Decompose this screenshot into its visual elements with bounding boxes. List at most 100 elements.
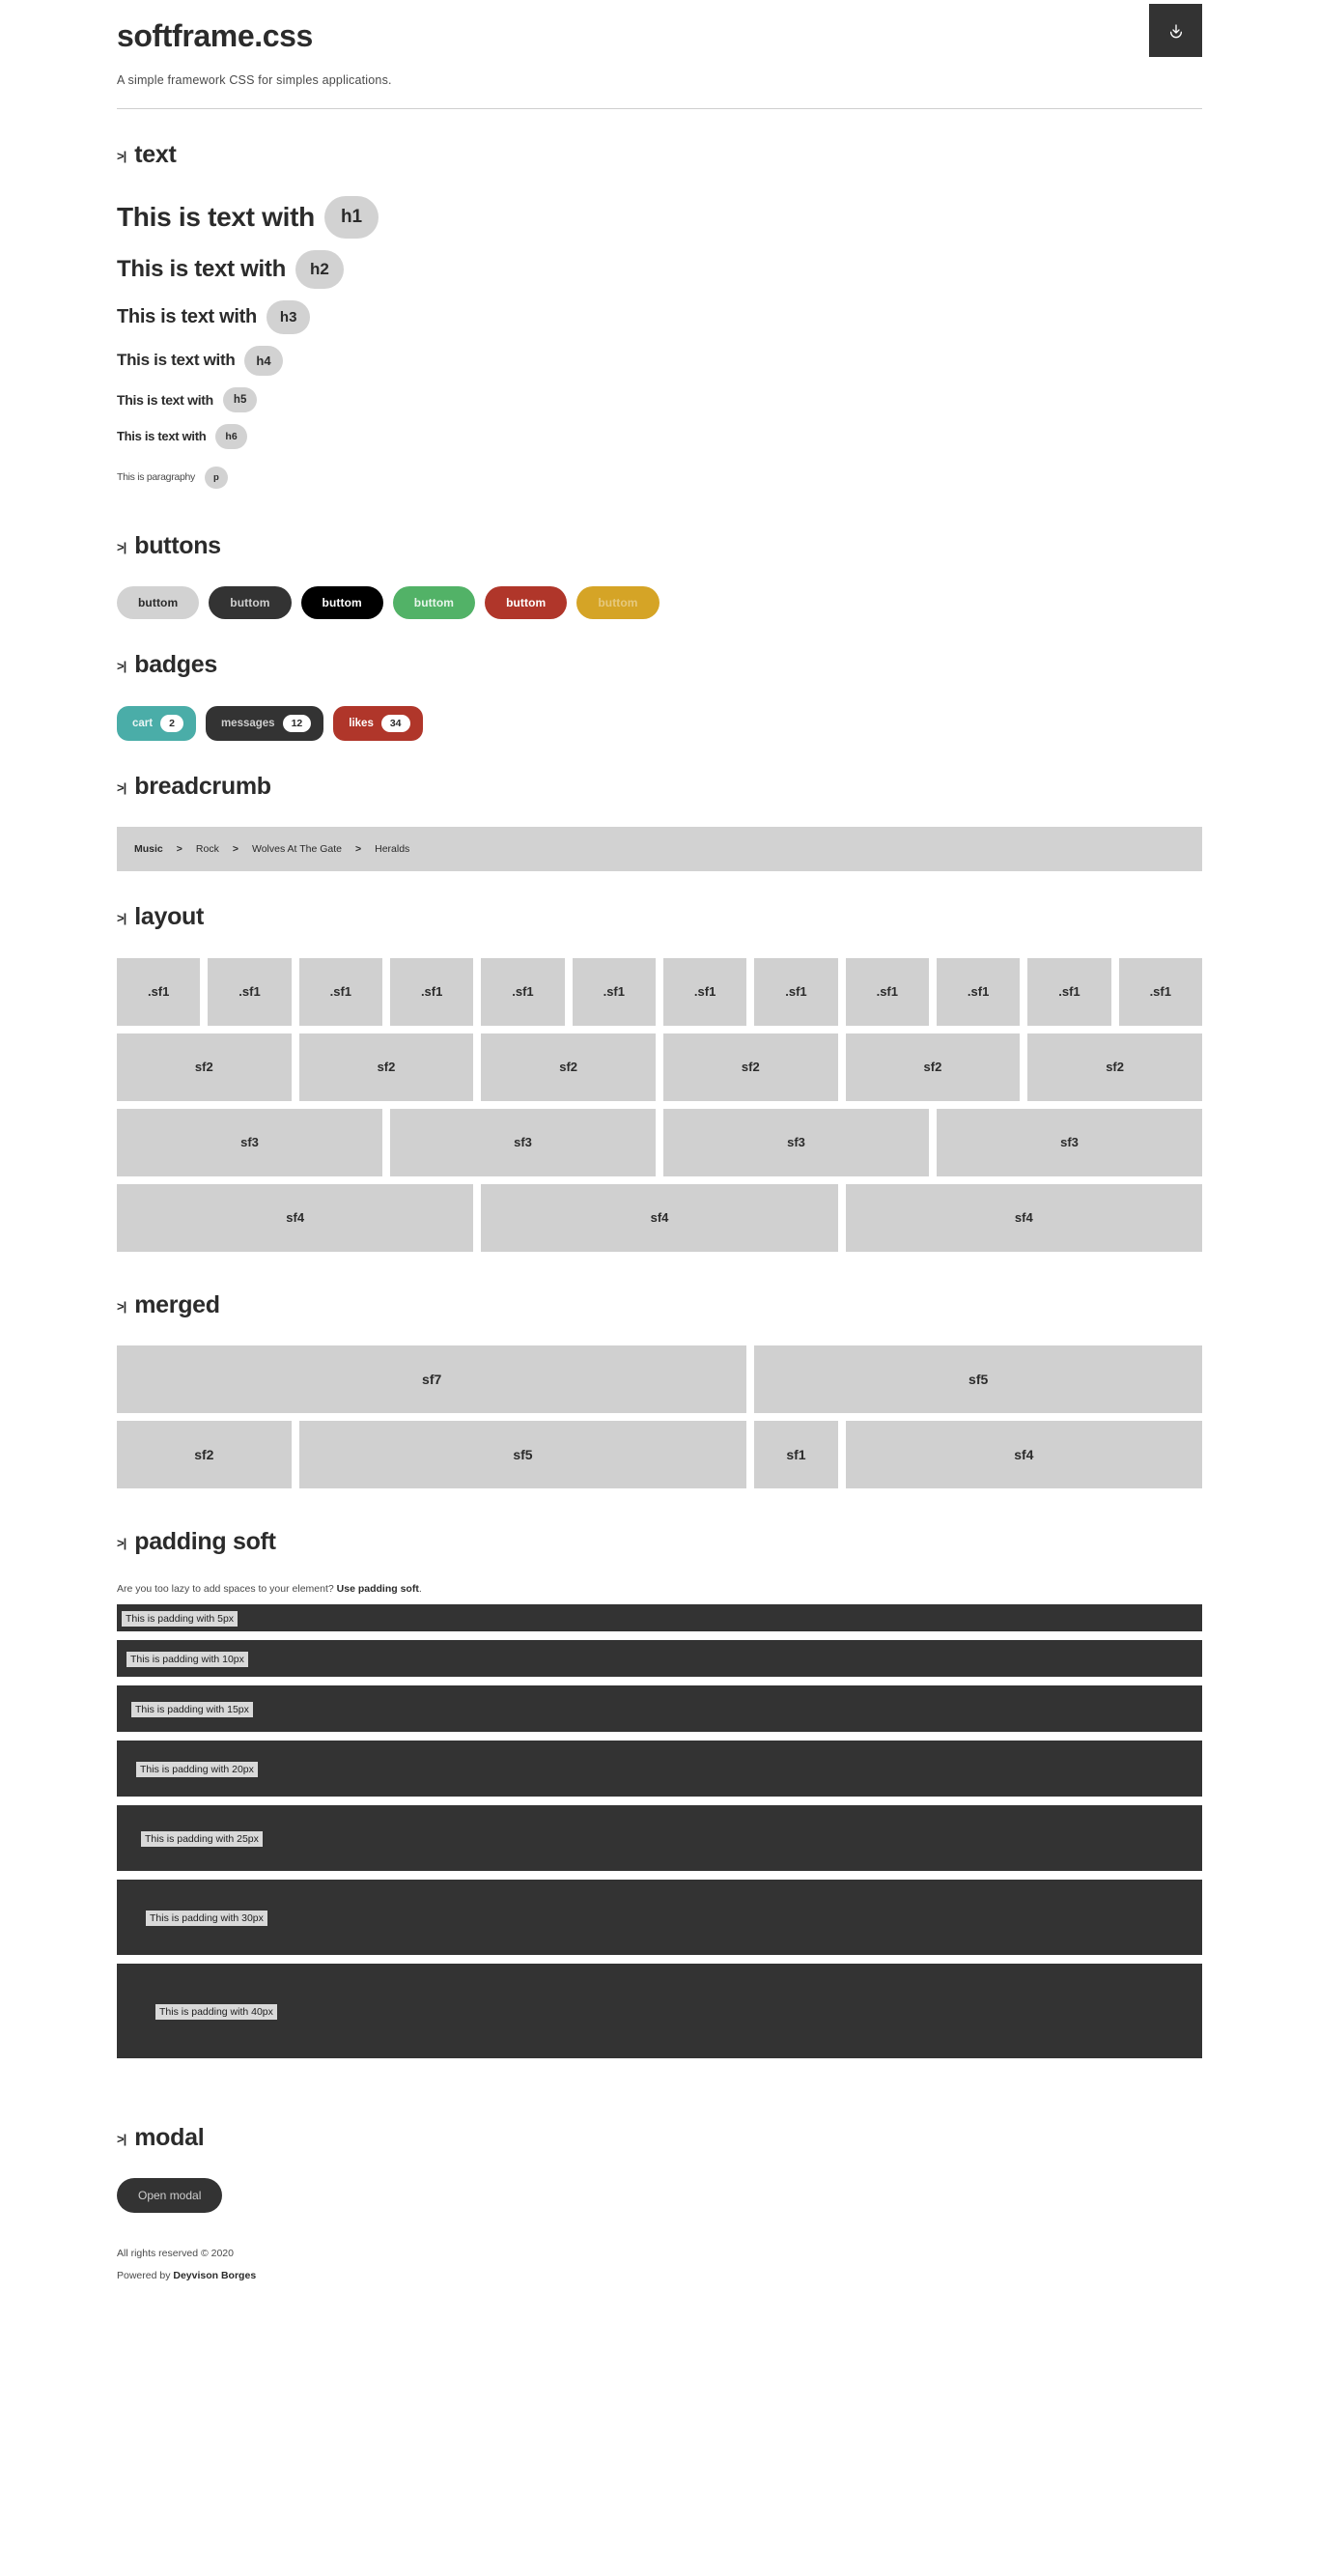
- prompt-icon: >|: [117, 149, 126, 164]
- padding-demo-20px: This is padding with 20px: [117, 1740, 1202, 1797]
- padding-demo-label: This is padding with 40px: [155, 2003, 277, 2020]
- layout-cell: sf3: [937, 1108, 1202, 1176]
- section-breadcrumb: >| breadcrumb Music > Rock > Wolves At T…: [117, 741, 1202, 872]
- merged-cell: sf4: [845, 1421, 1202, 1489]
- layout-cell: sf2: [1027, 1033, 1202, 1101]
- padding-demo-15px: This is padding with 15px: [117, 1684, 1202, 1732]
- page-root: softframe.css A simple framework CSS for…: [0, 0, 1319, 2321]
- padding-demo-5px: This is padding with 5px: [117, 1603, 1202, 1631]
- layout-cell: sf4: [117, 1183, 474, 1252]
- section-title-label: badges: [134, 651, 217, 679]
- section-title-modal: >| modal: [117, 2124, 1202, 2152]
- section-title-buttons: >| buttons: [117, 531, 1202, 560]
- merged-cell: sf5: [754, 1345, 1202, 1414]
- breadcrumb-item-wolves-at-the-gate[interactable]: Wolves At The Gate: [252, 843, 342, 855]
- layout-cell: sf2: [845, 1033, 1021, 1101]
- padding-demo-25px: This is padding with 25px: [117, 1804, 1202, 1871]
- badge-count: 2: [160, 714, 183, 732]
- content-container: softframe.css A simple framework CSS for…: [117, 0, 1202, 2321]
- section-title-label: breadcrumb: [134, 772, 271, 800]
- text-sample-h4: This is text with h4: [117, 345, 1202, 376]
- text-sample-label: This is text with: [117, 351, 236, 370]
- merged-row-2: sf2 sf5 sf1 sf4: [117, 1421, 1202, 1489]
- badge-label: cart: [132, 717, 154, 729]
- prompt-icon: >|: [117, 1536, 126, 1551]
- breadcrumb-item-heralds[interactable]: Heralds: [375, 843, 409, 855]
- section-title-badges: >| badges: [117, 652, 1202, 679]
- button-yellow[interactable]: buttom: [576, 586, 660, 620]
- badge-label: likes: [349, 717, 374, 729]
- text-sample-label: This is text with: [117, 391, 213, 408]
- layout-row-sf4: sf4 sf4 sf4: [117, 1183, 1202, 1252]
- badge-label: messages: [220, 717, 275, 729]
- text-sample-h6: This is text with h6: [117, 423, 1202, 449]
- layout-cell: sf4: [845, 1183, 1202, 1252]
- layout-cell: .sf1: [389, 957, 474, 1026]
- layout-cell: .sf1: [936, 957, 1021, 1026]
- text-sample-h5: This is text with h5: [117, 386, 1202, 412]
- layout-cell: .sf1: [1118, 957, 1202, 1026]
- download-icon: [1168, 23, 1184, 39]
- button-showcase: buttom buttom buttom buttom buttom butto…: [117, 586, 1202, 620]
- badge-cart[interactable]: cart 2: [117, 705, 196, 741]
- breadcrumb-separator-icon: >: [232, 843, 239, 856]
- footer-rights: All rights reserved © 2020: [117, 2248, 234, 2260]
- section-title-label: text: [134, 141, 177, 169]
- merged-cell: sf5: [298, 1421, 747, 1489]
- section-buttons: >| buttons buttom buttom buttom buttom b…: [117, 500, 1202, 620]
- prompt-icon: >|: [117, 539, 126, 554]
- text-sample-h2: This is text with h2: [117, 249, 1202, 289]
- open-modal-button[interactable]: Open modal: [117, 2178, 223, 2214]
- padding-intro-end: .: [418, 1582, 422, 1595]
- text-sample-tag: h6: [215, 423, 247, 449]
- download-button[interactable]: [1149, 4, 1202, 57]
- button-dark[interactable]: buttom: [209, 586, 292, 620]
- badge-likes[interactable]: likes 34: [333, 705, 423, 741]
- layout-cell: .sf1: [572, 957, 656, 1026]
- layout-row-sf1: .sf1 .sf1 .sf1 .sf1 .sf1 .sf1 .sf1 .sf1 …: [117, 957, 1202, 1026]
- button-black[interactable]: buttom: [300, 586, 383, 620]
- merged-cell: sf2: [117, 1421, 292, 1489]
- button-red[interactable]: buttom: [485, 586, 568, 620]
- page-footer: All rights reserved © 2020 Powered by De…: [117, 2213, 1202, 2321]
- button-default[interactable]: buttom: [117, 586, 200, 620]
- layout-cell: sf3: [390, 1108, 656, 1176]
- footer-powered: Powered by Deyvison Borges: [117, 2270, 1202, 2281]
- text-sample-tag: h2: [295, 249, 344, 289]
- footer-author[interactable]: Deyvison Borges: [173, 2270, 256, 2281]
- badge-showcase: cart 2 messages 12 likes 34: [117, 705, 1202, 741]
- section-title-breadcrumb: >| breadcrumb: [117, 772, 1202, 801]
- badge-messages[interactable]: messages 12: [205, 705, 324, 741]
- text-sample-h3: This is text with h3: [117, 299, 1202, 334]
- prompt-icon: >|: [117, 911, 126, 926]
- layout-cell: .sf1: [1027, 957, 1111, 1026]
- padding-demo-10px: This is padding with 10px: [117, 1639, 1202, 1677]
- section-layout: >| layout .sf1 .sf1 .sf1 .sf1 .sf1 .sf1 …: [117, 871, 1202, 1252]
- section-title-merged: >| merged: [117, 1291, 1202, 1319]
- layout-cell: sf2: [481, 1033, 656, 1101]
- padding-demo-label: This is padding with 25px: [141, 1830, 263, 1847]
- badge-count: 12: [282, 714, 312, 732]
- text-sample-label: This is paragraphy: [117, 471, 195, 484]
- layout-cell: .sf1: [754, 957, 838, 1026]
- button-green[interactable]: buttom: [392, 586, 476, 620]
- breadcrumb-item-music[interactable]: Music: [134, 843, 163, 855]
- layout-cell: .sf1: [662, 957, 747, 1026]
- section-badges: >| badges cart 2 messages 12 likes 34: [117, 619, 1202, 741]
- footer-powered-prefix: Powered by: [117, 2270, 174, 2282]
- section-title-label: padding soft: [134, 1528, 276, 1556]
- layout-row-sf3: sf3 sf3 sf3 sf3: [117, 1108, 1202, 1176]
- text-sample-tag: h1: [323, 195, 379, 239]
- text-sample-tag: h4: [244, 345, 283, 376]
- section-modal: >| modal Open modal: [117, 2067, 1202, 2214]
- page-header: softframe.css A simple framework CSS for…: [117, 0, 1202, 110]
- header-divider: [117, 108, 1202, 110]
- merged-cell: sf7: [117, 1345, 747, 1414]
- section-title-label: buttons: [134, 531, 221, 559]
- section-title-text: >| text: [117, 142, 1202, 169]
- text-sample-label: This is text with: [117, 305, 257, 327]
- breadcrumb-item-rock[interactable]: Rock: [196, 843, 219, 855]
- padding-intro-strong: Use padding soft: [336, 1582, 419, 1595]
- breadcrumb-separator-icon: >: [354, 843, 362, 856]
- text-sample-tag: h5: [222, 386, 258, 412]
